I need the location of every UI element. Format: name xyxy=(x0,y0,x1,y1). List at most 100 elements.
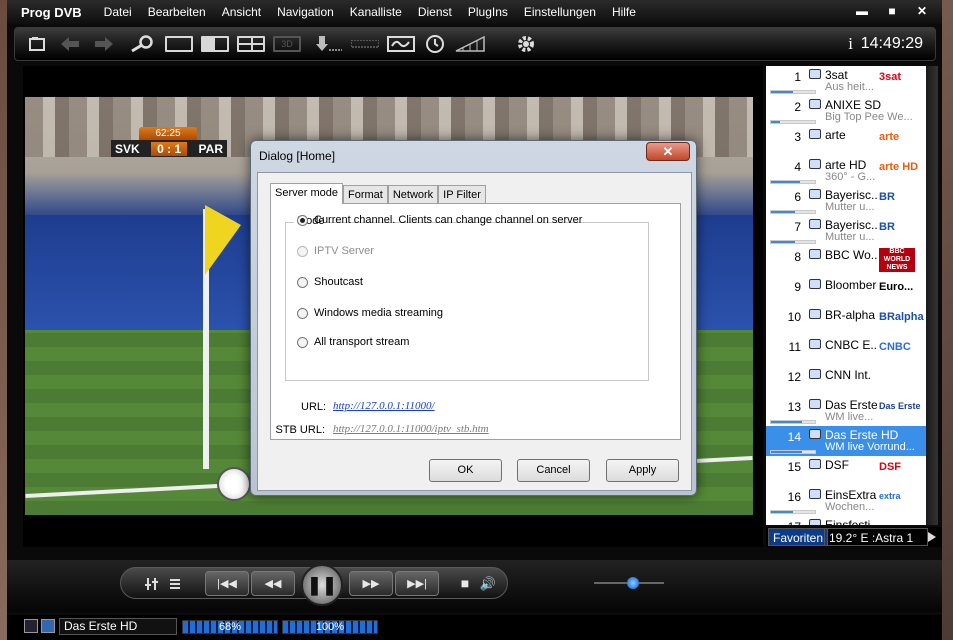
radio-button[interactable] xyxy=(297,214,308,226)
channel-number: 9 xyxy=(794,280,801,294)
channel-row[interactable]: 12 CNN Int. xyxy=(766,366,926,396)
volume-icon[interactable]: 🔊 xyxy=(477,571,499,596)
tv-icon xyxy=(809,309,821,319)
tab-satellite[interactable]: 19.2° E :Astra 1 xyxy=(824,528,928,546)
status-bar: Das Erste HD 68% 100% xyxy=(7,615,942,640)
settings-gear-icon[interactable] xyxy=(515,33,537,55)
timeshift-icon[interactable] xyxy=(351,40,379,48)
channel-row[interactable]: 16 EinsExtra Wochen... extra xyxy=(766,486,926,516)
tv-icon xyxy=(809,489,821,499)
back-arrow-icon[interactable] xyxy=(59,36,81,52)
signal-icon[interactable] xyxy=(387,36,415,52)
channel-number: 2 xyxy=(794,100,801,114)
radio-button[interactable] xyxy=(297,276,308,288)
previous-button[interactable]: |◀◀ xyxy=(205,571,249,596)
channel-row[interactable]: 2 ANIXE SD Big Top Pee We... xyxy=(766,96,926,126)
volume-ramp-icon[interactable] xyxy=(455,36,485,52)
search-icon[interactable] xyxy=(129,34,155,54)
channel-logo: BRalpha xyxy=(879,311,924,323)
status-tv-icon[interactable] xyxy=(41,619,55,633)
view-3d-button[interactable]: 3D xyxy=(273,36,301,52)
tv-icon xyxy=(809,429,821,439)
menu-dienst[interactable]: Dienst xyxy=(418,5,452,19)
tv-icon xyxy=(809,459,821,469)
channel-row[interactable]: 17 Einsfesti... xyxy=(766,516,926,525)
status-square-icon[interactable] xyxy=(24,619,38,633)
url-link[interactable]: http://127.0.0.1:11000/ xyxy=(333,400,435,412)
radio-button xyxy=(297,245,308,257)
tab-server-mode[interactable]: Server mode xyxy=(270,183,343,204)
stb-url-link[interactable]: http://127.0.0.1:11000/iptv_stb.htm xyxy=(333,423,489,435)
ok-button[interactable]: OK xyxy=(429,459,502,482)
open-file-icon[interactable] xyxy=(29,36,45,52)
toolbar: 3D i 14:49:29 xyxy=(14,27,936,61)
channel-row[interactable]: 10 BR-alpha BRalpha xyxy=(766,306,926,336)
tv-icon xyxy=(809,69,821,79)
volume-slider-knob[interactable] xyxy=(627,577,639,589)
menu-einstellungen[interactable]: Einstellungen xyxy=(524,5,596,19)
minimize-button[interactable]: ▬ xyxy=(850,3,874,20)
equalizer-icon[interactable] xyxy=(145,577,159,591)
radio-option[interactable]: Windows media streaming xyxy=(297,307,443,319)
channel-row[interactable]: 3 arte arte xyxy=(766,126,926,156)
radio-option[interactable]: All transport stream xyxy=(297,336,409,348)
close-button[interactable]: ✕ xyxy=(910,3,934,20)
channel-row[interactable]: 9 BloombergEuro... xyxy=(766,276,926,306)
radio-button[interactable] xyxy=(297,307,308,319)
channel-name: Das Erste xyxy=(825,398,877,412)
url-label: URL: xyxy=(301,401,327,413)
playlist-icon[interactable] xyxy=(169,578,181,590)
tab-favorites[interactable]: Favoriten xyxy=(768,528,829,546)
stop-button[interactable]: ■ xyxy=(457,571,473,596)
channel-list-scrollbar[interactable] xyxy=(926,66,938,525)
channel-row[interactable]: 6 Bayerisc... Mutter u... BR xyxy=(766,186,926,216)
record-schedule-icon[interactable] xyxy=(315,34,343,54)
tab-network[interactable]: Network xyxy=(387,185,439,204)
forward-button[interactable]: ▶▶ xyxy=(349,571,393,596)
tv-icon xyxy=(809,129,821,139)
menu-ansicht[interactable]: Ansicht xyxy=(222,5,261,19)
team-home: SVK xyxy=(115,141,140,156)
apply-button[interactable]: Apply xyxy=(606,459,679,482)
menu-bearbeiten[interactable]: Bearbeiten xyxy=(148,5,206,19)
channel-name: arte HD xyxy=(825,158,867,172)
channel-number: 16 xyxy=(787,490,801,504)
view-window-button[interactable] xyxy=(201,36,229,52)
channel-row[interactable]: 4 arte HD 360° - G... arte HD xyxy=(766,156,926,186)
maximize-button[interactable]: ■ xyxy=(880,3,904,20)
menu-datei[interactable]: Datei xyxy=(104,5,132,19)
channel-number: 7 xyxy=(794,220,801,234)
forward-arrow-icon[interactable] xyxy=(93,36,115,52)
channel-row[interactable]: 1 3sat Aus heit... 3sat xyxy=(766,66,926,96)
radio-button[interactable] xyxy=(297,336,308,348)
next-tab-arrow-icon[interactable] xyxy=(927,531,937,543)
dialog-close-button[interactable]: ✕ xyxy=(646,142,690,161)
channel-row[interactable]: 15 DSF DSF xyxy=(766,456,926,486)
view-full-button[interactable] xyxy=(165,36,193,52)
cancel-button[interactable]: Cancel xyxy=(517,459,590,482)
channel-program: Wochen... xyxy=(825,501,875,513)
menu-hilfe[interactable]: Hilfe xyxy=(612,5,636,19)
channel-list[interactable]: 1 3sat Aus heit... 3sat 2 ANIXE SD Big Top Pee… xyxy=(766,66,926,525)
tab-ip-filter[interactable]: IP Filter xyxy=(438,185,486,204)
channel-row[interactable]: 11 CNBC E... CNBC xyxy=(766,336,926,366)
program-progress-bar xyxy=(770,510,816,514)
channel-row[interactable]: 7 Bayerisc... Mutter u... BR xyxy=(766,216,926,246)
channel-row[interactable]: 14 Das Erste HD WM live Vorrund... xyxy=(766,426,926,456)
clock-icon[interactable] xyxy=(425,34,445,54)
channel-row[interactable]: 13 Das Erste WM live... Das Erste xyxy=(766,396,926,426)
radio-option[interactable]: Shoutcast xyxy=(297,276,363,288)
stb-url-label: STB URL: xyxy=(275,424,325,436)
next-button[interactable]: ▶▶| xyxy=(395,571,439,596)
rewind-button[interactable]: ◀◀ xyxy=(251,571,295,596)
menu-navigation[interactable]: Navigation xyxy=(277,5,334,19)
radio-option[interactable]: Current channel. Clients can change chan… xyxy=(297,214,582,226)
channel-row[interactable]: 8 BBC Wo... BBC WORLD NEWS xyxy=(766,246,926,276)
play-pause-button[interactable]: ❚❚ xyxy=(301,564,343,606)
menu-kanalliste[interactable]: Kanalliste xyxy=(350,5,402,19)
tab-format[interactable]: Format xyxy=(342,185,388,204)
info-icon[interactable]: i xyxy=(848,34,853,54)
channel-logo: arte HD xyxy=(879,161,919,173)
view-split-button[interactable] xyxy=(237,36,265,52)
menu-plugins[interactable]: PlugIns xyxy=(468,5,508,19)
